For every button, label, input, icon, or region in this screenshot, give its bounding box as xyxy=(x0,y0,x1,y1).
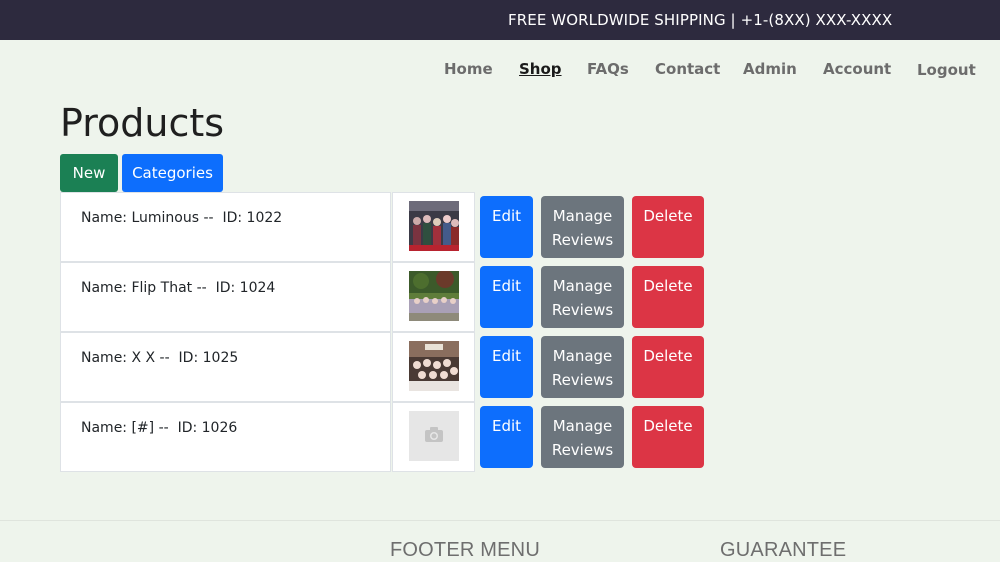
nav-logout[interactable]: Logout xyxy=(917,61,976,79)
product-name-cell: Name: Flip That -- ID: 1024 xyxy=(60,262,391,332)
edit-button[interactable]: Edit xyxy=(480,336,533,398)
nav-home[interactable]: Home xyxy=(444,60,493,78)
product-name: Name: Luminous -- ID: 1022 xyxy=(81,210,283,226)
product-name-cell: Name: [#] -- ID: 1026 xyxy=(60,402,391,472)
table-row: Name: X X -- ID: 1025 Edit Manage Review… xyxy=(60,332,705,402)
page-title: Products xyxy=(60,101,225,145)
nav-account[interactable]: Account xyxy=(823,60,891,78)
product-image-cell xyxy=(392,332,475,402)
footer-menu-heading: FOOTER MENU xyxy=(390,539,540,561)
nav-shop[interactable]: Shop xyxy=(519,60,562,78)
manage-reviews-label-line1: Manage xyxy=(552,207,613,225)
camera-placeholder-icon xyxy=(409,411,459,461)
edit-button[interactable]: Edit xyxy=(480,406,533,468)
manage-reviews-button[interactable]: Manage Reviews xyxy=(541,406,624,468)
manage-reviews-label-line1: Manage xyxy=(552,277,613,295)
product-image-cell xyxy=(392,262,475,332)
nav-contact[interactable]: Contact xyxy=(655,60,720,78)
manage-reviews-label-line2: Reviews xyxy=(551,231,614,249)
manage-reviews-button[interactable]: Manage Reviews xyxy=(541,266,624,328)
album-cover-thumbnail xyxy=(409,341,459,391)
table-row: Name: Luminous -- ID: 1022 Edit Manage R… xyxy=(60,192,705,262)
table-row: Name: Flip That -- ID: 1024 Edit Manage … xyxy=(60,262,705,332)
edit-button[interactable]: Edit xyxy=(480,266,533,328)
manage-reviews-label-line2: Reviews xyxy=(551,371,614,389)
manage-reviews-label-line1: Manage xyxy=(552,347,613,365)
footer: FOOTER MENU GUARANTEE xyxy=(0,520,1000,562)
main-nav: Home Shop FAQs Contact Admin Account Log… xyxy=(0,60,1000,84)
manage-reviews-label-line2: Reviews xyxy=(551,441,614,459)
new-product-button[interactable]: New xyxy=(60,154,118,192)
manage-reviews-label-line2: Reviews xyxy=(551,301,614,319)
album-cover-thumbnail xyxy=(409,271,459,321)
manage-reviews-label-line1: Manage xyxy=(552,417,613,435)
product-name-cell: Name: Luminous -- ID: 1022 xyxy=(60,192,391,262)
product-image-cell xyxy=(392,192,475,262)
manage-reviews-button[interactable]: Manage Reviews xyxy=(541,336,624,398)
album-cover-thumbnail xyxy=(409,201,459,251)
product-name: Name: [#] -- ID: 1026 xyxy=(81,420,238,436)
announcement-bar: FREE WORLDWIDE SHIPPING | +1-(8XX) XXX-X… xyxy=(0,0,1000,40)
delete-button[interactable]: Delete xyxy=(632,196,704,258)
categories-button[interactable]: Categories xyxy=(122,154,223,192)
manage-reviews-button[interactable]: Manage Reviews xyxy=(541,196,624,258)
product-name: Name: X X -- ID: 1025 xyxy=(81,350,239,366)
delete-button[interactable]: Delete xyxy=(632,266,704,328)
footer-guarantee-heading: GUARANTEE xyxy=(720,539,847,561)
product-name: Name: Flip That -- ID: 1024 xyxy=(81,280,276,296)
delete-button[interactable]: Delete xyxy=(632,336,704,398)
announcement-text: FREE WORLDWIDE SHIPPING | +1-(8XX) XXX-X… xyxy=(508,11,893,29)
edit-button[interactable]: Edit xyxy=(480,196,533,258)
product-name-cell: Name: X X -- ID: 1025 xyxy=(60,332,391,402)
nav-faqs[interactable]: FAQs xyxy=(587,60,629,78)
table-row: Name: [#] -- ID: 1026 Edit Manage Review… xyxy=(60,402,705,472)
delete-button[interactable]: Delete xyxy=(632,406,704,468)
nav-admin[interactable]: Admin xyxy=(743,60,797,78)
product-image-cell xyxy=(392,402,475,472)
